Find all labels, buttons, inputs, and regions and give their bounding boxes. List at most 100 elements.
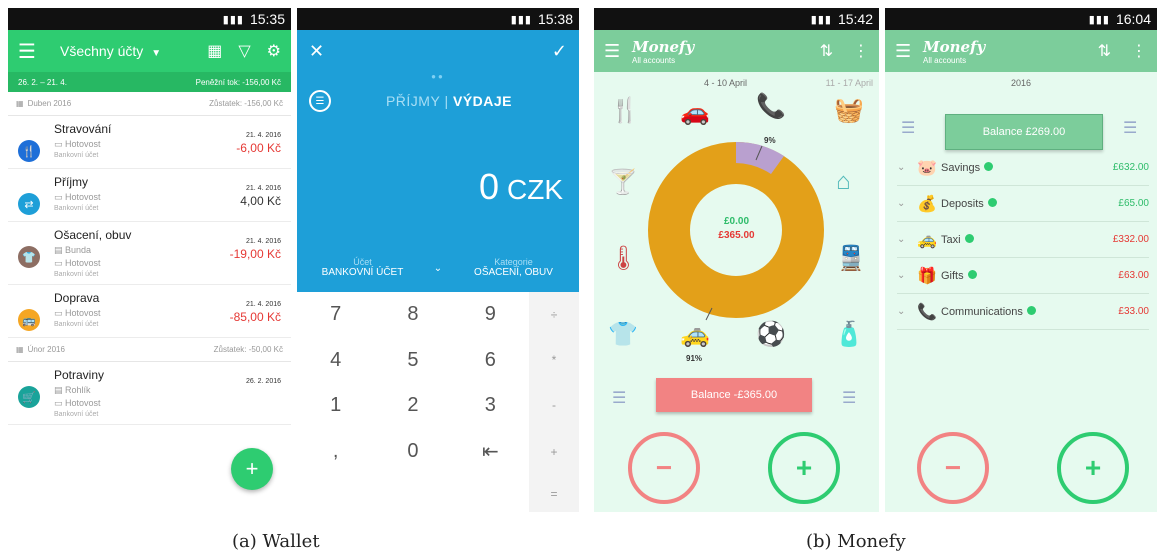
chevron-down-icon[interactable]: ⌄	[428, 257, 448, 278]
expense-button[interactable]: −	[628, 432, 700, 504]
key-multiply[interactable]: *	[529, 337, 579, 383]
shirt-icon[interactable]: 👕	[608, 320, 638, 349]
add-transaction-button[interactable]: +	[231, 448, 273, 490]
thermometer-icon[interactable]: 🌡	[608, 244, 638, 273]
balance-bar[interactable]: Balance -£365.00	[656, 378, 812, 412]
tx-subaccount: Bankovní účet	[54, 411, 99, 418]
bus-icon: 🚌	[18, 309, 40, 331]
income-button[interactable]: +	[1057, 432, 1129, 504]
left-lines-icon[interactable]: ☰	[612, 388, 626, 408]
tab-separator: |	[444, 93, 449, 109]
accounts-label[interactable]: All accounts	[632, 56, 800, 65]
key-3[interactable]: 3	[452, 383, 529, 428]
tx-date: 21. 4. 2016	[245, 132, 281, 139]
account-label: Účet	[353, 257, 372, 267]
transaction-row[interactable]: 🍴 Stravování ▭ Hotovost Bankovní účet 21…	[8, 116, 291, 169]
date-range-bar[interactable]: 4 - 10 April 11 - 17 April	[594, 72, 879, 88]
month-name: Únor 2016	[27, 345, 65, 354]
wallet-screen: ▮▮▮ 15:35 ☰ Všechny účty ▼ ▦ ▽ ⚙ 26. 2. –…	[8, 8, 291, 512]
cocktail-icon[interactable]: 🍸	[608, 168, 638, 197]
key-4[interactable]: 4	[297, 337, 374, 382]
category-field[interactable]: Kategorie OŠACENÍ, OBUV	[448, 257, 579, 278]
menu-icon[interactable]: ☰	[604, 41, 632, 62]
month-name: Duben 2016	[27, 99, 72, 108]
page-dots: ●●	[431, 72, 445, 81]
train-icon[interactable]: 🚆	[836, 244, 866, 273]
key-9[interactable]: 9	[452, 292, 529, 337]
balance-bar[interactable]: Balance £269.00	[945, 114, 1103, 150]
month-header: ▦ Únor 2016 Zůstatek: -50,00 Kč	[8, 338, 291, 362]
tab-expense[interactable]: VÝDAJE	[453, 93, 512, 109]
key-divide[interactable]: ÷	[529, 292, 579, 338]
check-icon[interactable]: ✓	[552, 41, 567, 62]
tx-account: ▭ Hotovost	[54, 308, 101, 318]
key-0[interactable]: 0	[374, 428, 451, 475]
month-balance: Zůstatek: -50,00 Kč	[213, 345, 283, 354]
income-button[interactable]: +	[768, 432, 840, 504]
list-item[interactable]: ⌄ 💰 Deposits £65.00	[897, 186, 1149, 222]
key-8[interactable]: 8	[374, 292, 451, 337]
category-value: £33.00	[1118, 306, 1149, 317]
list-item[interactable]: ⌄ 📞 Communications £33.00	[897, 294, 1149, 330]
calendar-small-icon: ▦	[16, 99, 24, 108]
transaction-row[interactable]: ⇄ Příjmy ▭ Hotovost Bankovní účet 21. 4.…	[8, 169, 291, 222]
tx-account: ▭ Hotovost	[54, 139, 101, 149]
transfer-icon[interactable]: ⇅	[820, 41, 833, 61]
more-icon[interactable]: ⋮	[1131, 41, 1147, 61]
taxi-icon[interactable]: 🚕	[680, 320, 710, 349]
menu-icon[interactable]: ☰	[18, 39, 48, 64]
phone-icon[interactable]: 📞	[756, 92, 786, 121]
key-5[interactable]: 5	[374, 337, 451, 382]
key-plus[interactable]: +	[529, 428, 579, 476]
house-icon[interactable]: ⌂	[836, 168, 851, 196]
expense-button[interactable]: −	[917, 432, 989, 504]
tx-amount: -19,00 Kč	[229, 247, 281, 261]
calendar-icon[interactable]: ▦	[207, 41, 222, 61]
left-lines-icon[interactable]: ☰	[901, 118, 915, 138]
list-item[interactable]: ⌄ 🐷 Savings £632.00	[897, 150, 1149, 186]
menu-icon[interactable]: ☰	[895, 41, 923, 62]
template-icon[interactable]: ☰	[309, 90, 331, 112]
next-range: 11 - 17 April	[825, 78, 873, 88]
account-field[interactable]: Účet BANKOVNÍ ÚČET	[297, 257, 428, 278]
sports-icon[interactable]: ⚽	[756, 320, 786, 349]
right-lines-icon[interactable]: ☰	[1123, 118, 1137, 138]
transfer-icon[interactable]: ⇅	[1098, 41, 1111, 61]
basket-icon[interactable]: 🧺	[834, 96, 864, 125]
category-value: £63.00	[1118, 270, 1149, 281]
backspace-key[interactable]: ⇤	[452, 428, 529, 475]
caret-down-icon: ▼	[151, 48, 162, 59]
close-icon[interactable]: ✕	[309, 41, 324, 62]
badge-icon	[984, 161, 994, 171]
car-icon[interactable]: 🚗	[680, 98, 710, 127]
list-item[interactable]: ⌄ 🚕 Taxi £332.00	[897, 222, 1149, 258]
tab-income[interactable]: PŘÍJMY	[386, 93, 440, 109]
status-bar: ▮▮▮ 16:04	[885, 8, 1157, 30]
accounts-label[interactable]: All accounts	[923, 56, 1078, 65]
right-lines-icon[interactable]: ☰	[842, 388, 856, 408]
app-bar: ☰ Všechny účty ▼ ▦ ▽ ⚙	[8, 30, 291, 72]
transaction-row[interactable]: 👕 Ošacení, obuv ▤ Bunda ▭ Hotovost Banko…	[8, 222, 291, 285]
transaction-row[interactable]: 🛒 Potraviny ▤ Rohlík ▭ Hotovost Bankovní…	[8, 362, 291, 425]
category-name: Deposits	[941, 197, 984, 210]
transaction-row[interactable]: 🚌 Doprava ▭ Hotovost Bankovní účet 21. 4…	[8, 285, 291, 338]
category-value: OŠACENÍ, OBUV	[474, 267, 553, 278]
food-icon[interactable]: 🍴	[610, 96, 640, 125]
tx-title: Potraviny	[54, 368, 105, 382]
tx-date: 21. 4. 2016	[245, 301, 281, 308]
toiletries-icon[interactable]: 🧴	[834, 320, 864, 349]
key-comma[interactable]: ,	[297, 428, 374, 475]
filter-icon[interactable]: ▽	[238, 41, 250, 61]
key-2[interactable]: 2	[374, 383, 451, 428]
settings-icon[interactable]: ⚙	[267, 41, 281, 61]
badge-icon	[967, 269, 977, 279]
more-icon[interactable]: ⋮	[853, 41, 869, 61]
key-minus[interactable]: -	[529, 382, 579, 429]
list-item[interactable]: ⌄ 🎁 Gifts £63.00	[897, 258, 1149, 294]
key-1[interactable]: 1	[297, 383, 374, 428]
account-selector[interactable]: Všechny účty ▼	[48, 43, 191, 59]
key-7[interactable]: 7	[297, 292, 374, 337]
key-6[interactable]: 6	[452, 337, 529, 382]
key-equals[interactable]: =	[529, 475, 579, 512]
year-label[interactable]: 2016	[885, 72, 1157, 88]
